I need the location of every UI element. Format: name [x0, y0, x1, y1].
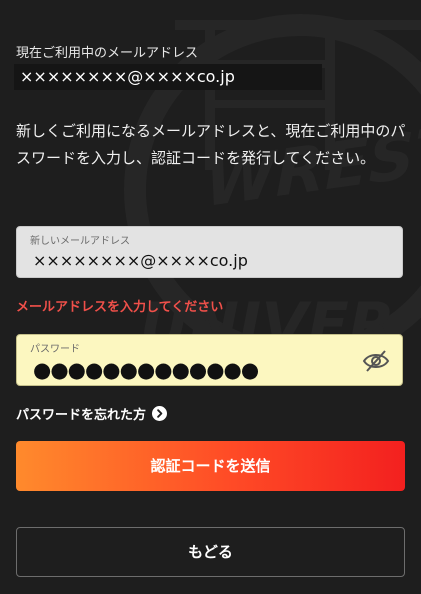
forgot-password-label: パスワードを忘れた方 [16, 408, 147, 423]
new-email-field[interactable]: 新しいメールアドレス ××××××××@××××co.jp [16, 226, 403, 278]
current-email-label: 現在ご利用中のメールアドレス [16, 46, 199, 61]
password-field[interactable]: パスワード ●●●●●●●●●●●●● [16, 334, 403, 386]
eye-slash-icon[interactable] [362, 348, 390, 374]
back-button[interactable]: もどる [16, 527, 405, 577]
password-label: パスワード [30, 344, 80, 355]
new-email-label: 新しいメールアドレス [30, 236, 130, 247]
instruction-text: 新しくご利用になるメールアドレスと、現在ご利用中のパスワードを入力し、認証コード… [16, 122, 406, 167]
forgot-password-link[interactable]: パスワードを忘れた方 [16, 404, 168, 423]
current-email-value: ××××××××@××××co.jp [14, 64, 322, 90]
email-error-message: メールアドレスを入力してください [16, 300, 224, 315]
send-code-button[interactable]: 認証コードを送信 [16, 441, 405, 491]
new-email-input-value[interactable]: ××××××××@××××co.jp [33, 251, 248, 270]
password-input-value[interactable]: ●●●●●●●●●●●●● [33, 358, 259, 382]
chevron-right-circle-icon [152, 406, 168, 421]
